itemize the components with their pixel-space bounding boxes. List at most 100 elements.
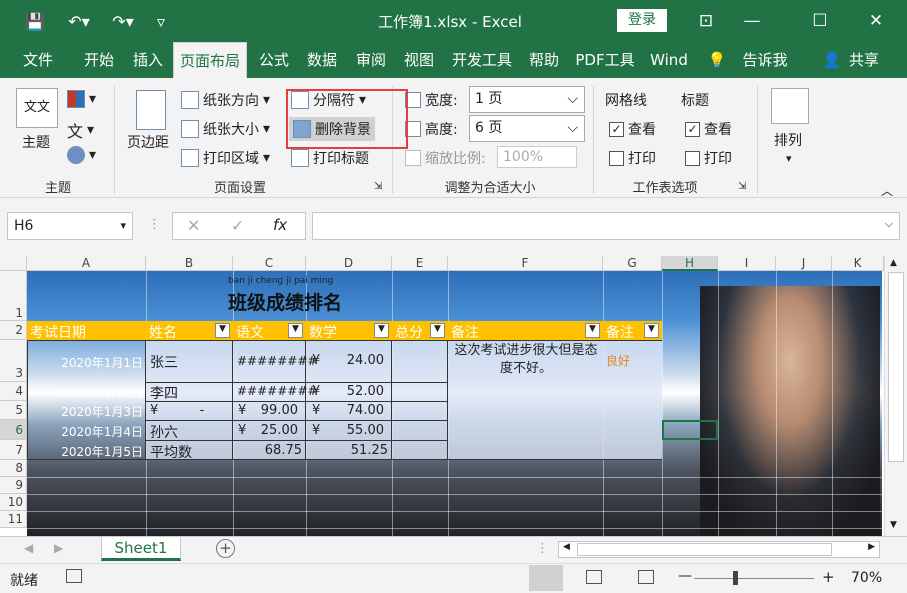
scroll-left-icon[interactable]: ◀ (563, 542, 570, 552)
headings-print-checkbox[interactable] (685, 150, 700, 166)
print-titles-button[interactable]: 打印标题 (291, 148, 369, 168)
scroll-thumb[interactable] (888, 272, 904, 462)
tab-wind[interactable]: Wind (643, 42, 695, 78)
scroll-up-icon[interactable]: ▲ (890, 258, 897, 268)
formula-input[interactable]: ⌵ (312, 212, 900, 240)
customize-qat-icon[interactable]: ▿ (150, 10, 172, 32)
gridlines-view[interactable]: ✓ 查看 (609, 119, 656, 139)
row-header[interactable]: 6 (0, 420, 27, 440)
math-cell[interactable]: 74.00 (330, 403, 384, 418)
tab-review[interactable]: 审阅 (349, 42, 393, 78)
header-cell[interactable]: 总分 (395, 322, 423, 342)
math-cell[interactable]: 51.25 (330, 443, 388, 458)
select-all-corner[interactable] (0, 256, 27, 271)
theme-icon[interactable]: 文文 (16, 88, 58, 128)
effects-icon[interactable]: ▾ (67, 146, 96, 164)
scroll-thumb[interactable] (577, 543, 832, 556)
date-cell[interactable]: 2020年1月3日 (30, 403, 143, 420)
chinese-cell[interactable]: 25.00 (252, 423, 298, 438)
filter-dropdown-icon[interactable]: ▼ (644, 323, 659, 338)
page-layout-view-icon[interactable] (586, 570, 602, 584)
confirm-icon[interactable]: ✓ (231, 216, 244, 235)
horizontal-scrollbar[interactable]: ◀ ▶ (558, 541, 880, 558)
insert-function-icon[interactable]: fx (273, 216, 287, 234)
close-icon[interactable]: ✕ (853, 6, 899, 36)
gridlines-print-checkbox[interactable] (609, 150, 624, 166)
headings-view[interactable]: ✓ 查看 (685, 119, 732, 139)
macro-record-icon[interactable] (66, 569, 82, 583)
tab-pdf-tools[interactable]: PDF工具 (571, 42, 639, 78)
print-area-button[interactable]: 打印区域 ▾ (181, 148, 270, 168)
gridlines-view-checkbox[interactable]: ✓ (609, 121, 624, 137)
column-header[interactable]: D (306, 256, 392, 271)
filter-dropdown-icon[interactable]: ▼ (430, 323, 445, 338)
math-cell[interactable]: 24.00 (330, 353, 384, 368)
row-header[interactable]: 1 (0, 271, 27, 321)
row-header[interactable]: 9 (0, 477, 27, 494)
normal-view-icon[interactable] (529, 565, 563, 591)
width-select[interactable]: 1 页 ⌵ (469, 86, 585, 113)
tab-view[interactable]: 视图 (397, 42, 441, 78)
tab-file[interactable]: 文件 (14, 42, 62, 78)
column-header[interactable]: I (718, 256, 776, 271)
tab-formulas[interactable]: 公式 (252, 42, 296, 78)
arrange-button[interactable]: 排列 (774, 130, 802, 150)
sheet-tab[interactable]: Sheet1 (101, 537, 181, 561)
tell-me[interactable]: 告诉我 (737, 42, 793, 78)
scroll-right-icon[interactable]: ▶ (868, 542, 875, 552)
row-header[interactable]: 3 (0, 340, 27, 382)
cancel-icon[interactable]: ✕ (187, 216, 200, 235)
name-cell[interactable]: 李四 (150, 383, 178, 403)
margins-icon[interactable] (136, 90, 166, 130)
margins-button[interactable]: 页边距 (127, 132, 169, 152)
theme-button[interactable]: 主题 (22, 132, 50, 152)
zoom-thumb[interactable] (733, 571, 738, 585)
date-cell[interactable]: 2020年1月5日 (30, 443, 143, 460)
page-break-view-icon[interactable] (638, 570, 654, 584)
row-header[interactable]: 8 (0, 460, 27, 477)
add-sheet-icon[interactable]: + (216, 539, 235, 558)
headings-print[interactable]: 打印 (685, 148, 732, 168)
header-cell[interactable]: 数学 (309, 322, 337, 342)
header-cell[interactable]: 姓名 (149, 322, 177, 342)
header-cell[interactable]: 考试日期 (30, 322, 86, 342)
filter-dropdown-icon[interactable]: ▼ (215, 323, 230, 338)
column-header[interactable]: G (603, 256, 662, 271)
orientation-button[interactable]: 纸张方向 ▾ (181, 90, 270, 110)
column-header[interactable]: H (662, 256, 718, 271)
active-cell[interactable] (662, 420, 718, 440)
sheet-options-launcher-icon[interactable]: ⇲ (738, 181, 746, 192)
column-header[interactable]: C (233, 256, 306, 271)
column-header[interactable]: B (146, 256, 233, 271)
ribbon-display-icon[interactable]: ⊡ (683, 6, 729, 36)
date-cell[interactable]: 2020年1月2日 (30, 384, 143, 401)
header-cell[interactable]: 备注 (451, 322, 479, 342)
worksheet-grid[interactable]: A B C D E F G H I J K 1 2 3 4 5 6 7 8 9 … (0, 256, 907, 536)
chinese-cell[interactable]: ######## (237, 354, 317, 368)
row-header[interactable]: 11 (0, 511, 27, 528)
tab-data[interactable]: 数据 (300, 42, 344, 78)
headings-view-checkbox[interactable]: ✓ (685, 121, 700, 137)
date-cell[interactable]: 2020年1月1日 (30, 354, 143, 371)
row-header[interactable]: 4 (0, 382, 27, 401)
name-cell[interactable]: 孙六 (150, 422, 178, 442)
tab-developer[interactable]: 开发工具 (446, 42, 518, 78)
share-button[interactable]: 共享 (844, 42, 884, 78)
header-cell[interactable]: 备注 (606, 322, 634, 342)
math-cell[interactable]: 52.00 (330, 384, 384, 399)
maximize-icon[interactable]: ☐ (797, 6, 843, 36)
login-button[interactable]: 登录 (617, 9, 667, 32)
math-cell[interactable]: 55.00 (330, 423, 384, 438)
filter-dropdown-icon[interactable]: ▼ (374, 323, 389, 338)
chinese-cell[interactable]: 99.00 (252, 403, 298, 418)
scale-input[interactable]: 100% (497, 146, 577, 168)
name-cell[interactable]: 平均数 (150, 442, 192, 462)
note-cell[interactable]: 这次考试进步很大但是态度不好。 (450, 342, 602, 378)
header-cell[interactable]: 语文 (236, 322, 264, 342)
name-cell[interactable]: ¥ - (150, 403, 204, 418)
column-header[interactable]: F (448, 256, 603, 271)
chinese-cell[interactable]: ######## (237, 384, 317, 398)
name-box[interactable]: H6 ▾ (7, 212, 133, 240)
undo-icon[interactable]: ↶▾ (62, 10, 96, 32)
column-header[interactable]: A (27, 256, 146, 271)
